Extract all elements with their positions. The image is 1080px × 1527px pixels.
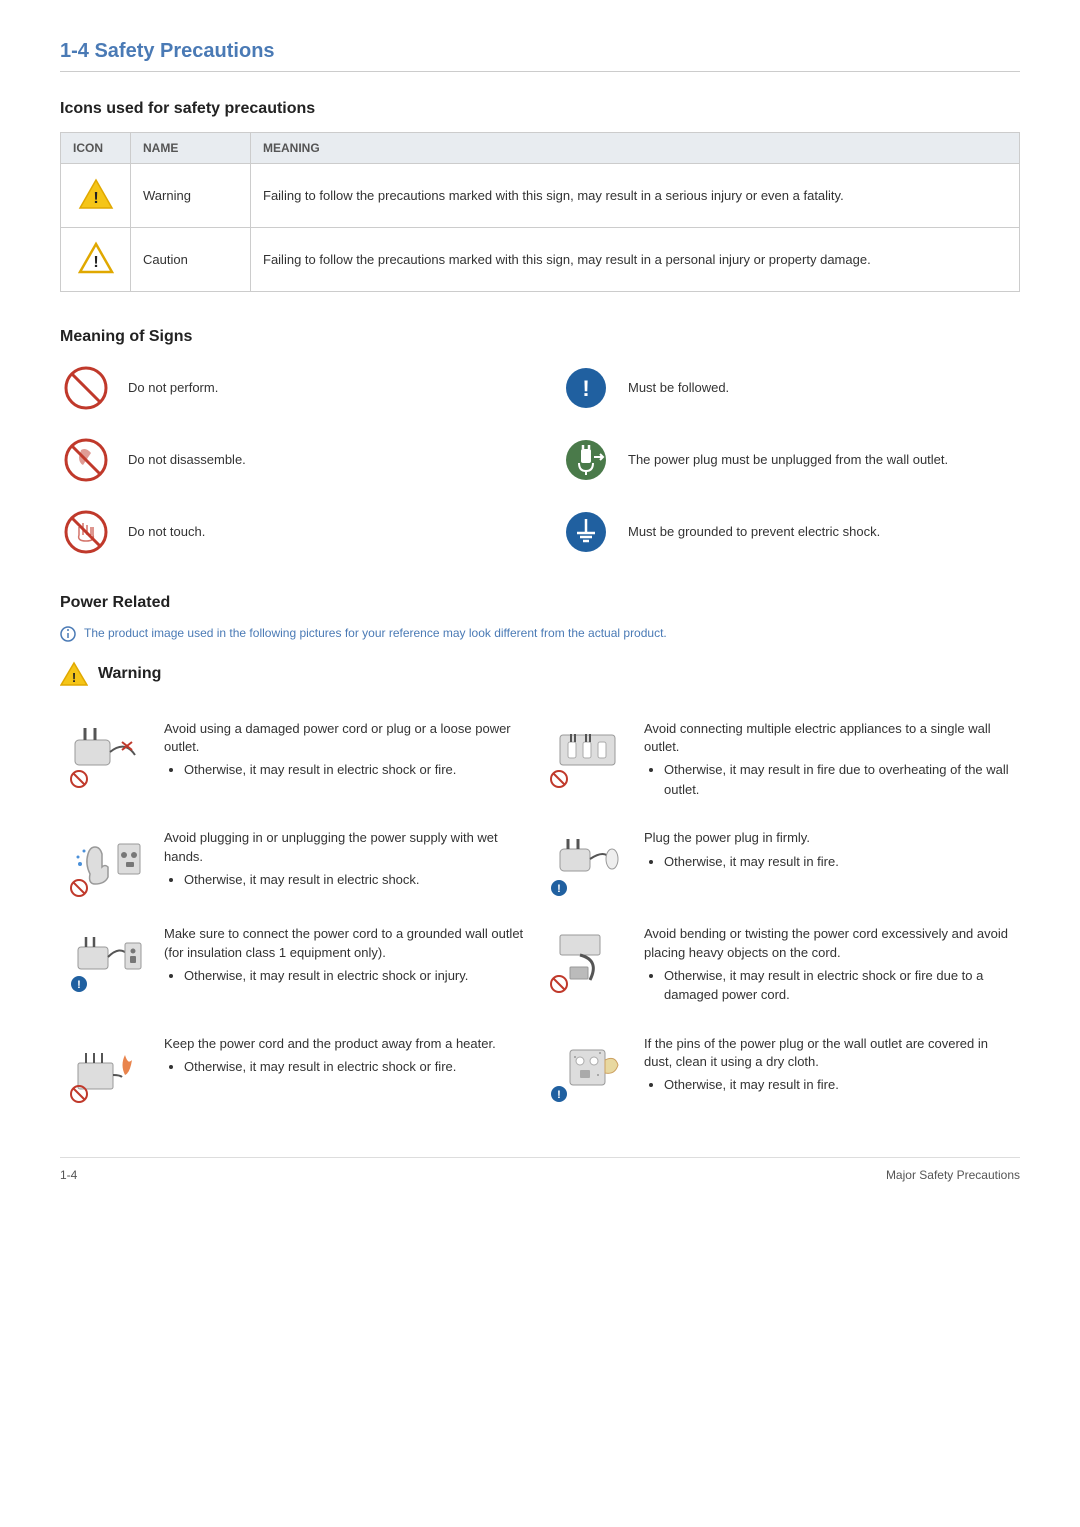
power-item-grounded: ! Make sure to connect the power cord to… [60, 911, 540, 1020]
caution-triangle-icon: ! [78, 240, 114, 276]
table-row: ! Warning Failing to follow the precauti… [61, 164, 1020, 228]
power-content-plug-firmly: Plug the power plug in firmly. Otherwise… [644, 829, 1010, 873]
sign-text-no-disassemble: Do not disassemble. [128, 451, 246, 469]
footer-page-number: 1-4 [60, 1168, 77, 1182]
caution-meaning: Failing to follow the precautions marked… [251, 228, 1020, 292]
svg-text:!: ! [582, 376, 589, 401]
sign-item-no-disassemble: Do not disassemble. [60, 434, 520, 486]
sign-item-unplug: The power plug must be unplugged from th… [560, 434, 1020, 486]
svg-text:!: ! [557, 883, 561, 895]
power-note-text: The product image used in the following … [84, 626, 667, 640]
power-content-multiple-appliances: Avoid connecting multiple electric appli… [644, 720, 1010, 801]
sign-item-no-perform: Do not perform. [60, 362, 520, 414]
unplug-icon [560, 434, 612, 486]
caution-name: Caution [131, 228, 251, 292]
power-items-grid: Avoid using a damaged power cord or plug… [60, 706, 1020, 1117]
power-content-dust-pins: If the pins of the power plug or the wal… [644, 1035, 1010, 1097]
warning-header-icon: ! [60, 660, 88, 688]
power-item-dust-pins: ! If the pins of the power plug or the w… [540, 1021, 1020, 1117]
sign-text-must-follow: Must be followed. [628, 379, 729, 397]
svg-text:!: ! [77, 979, 81, 991]
power-section: Power Related The product image used in … [60, 594, 1020, 1117]
warning-icon-cell: ! [61, 164, 131, 228]
svg-text:!: ! [72, 670, 76, 685]
warning-header: ! Warning [60, 660, 1020, 688]
page-title: 1-4 Safety Precautions [60, 40, 1020, 72]
power-item-heater: Keep the power cord and the product away… [60, 1021, 540, 1117]
power-item-damaged-cord: Avoid using a damaged power cord or plug… [60, 706, 540, 815]
sign-text-ground: Must be grounded to prevent electric sho… [628, 523, 880, 541]
svg-text:!: ! [93, 254, 98, 271]
warning-name: Warning [131, 164, 251, 228]
power-item-bending-cord: Avoid bending or twisting the power cord… [540, 911, 1020, 1020]
signs-grid: Do not perform. ! Must be followed. [60, 362, 1020, 558]
sign-item-no-touch: Do not touch. [60, 506, 520, 558]
footer-section-name: Major Safety Precautions [886, 1168, 1020, 1182]
svg-text:!: ! [557, 1089, 561, 1101]
col-meaning: MEANING [251, 133, 1020, 164]
warning-meaning: Failing to follow the precautions marked… [251, 164, 1020, 228]
signs-section-title: Meaning of Signs [60, 328, 1020, 346]
ground-icon [560, 506, 612, 558]
warning-triangle-icon: ! [78, 176, 114, 212]
icons-table: ICON NAME MEANING ! Warning Failing to f… [60, 132, 1020, 292]
col-name: NAME [131, 133, 251, 164]
power-item-plug-firmly: ! Plug the power plug in firmly. Otherwi… [540, 815, 1020, 911]
power-content-heater: Keep the power cord and the product away… [164, 1035, 530, 1079]
note-icon [60, 626, 76, 642]
svg-text:!: ! [93, 190, 98, 207]
table-row: ! Caution Failing to follow the precauti… [61, 228, 1020, 292]
sign-item-ground: Must be grounded to prevent electric sho… [560, 506, 1020, 558]
col-icon: ICON [61, 133, 131, 164]
power-content-wet-hands: Avoid plugging in or unplugging the powe… [164, 829, 530, 891]
sign-text-unplug: The power plug must be unplugged from th… [628, 451, 948, 469]
page-footer: 1-4 Major Safety Precautions [60, 1157, 1020, 1182]
icons-section-title: Icons used for safety precautions [60, 100, 1020, 118]
caution-icon-cell: ! [61, 228, 131, 292]
sign-text-no-perform: Do not perform. [128, 379, 218, 397]
no-touch-icon [60, 506, 112, 558]
no-perform-icon [60, 362, 112, 414]
power-content-damaged-cord: Avoid using a damaged power cord or plug… [164, 720, 530, 782]
icons-section: Icons used for safety precautions ICON N… [60, 100, 1020, 292]
power-note: The product image used in the following … [60, 626, 1020, 642]
warning-label: Warning [98, 665, 161, 683]
sign-item-must-follow: ! Must be followed. [560, 362, 1020, 414]
power-item-multiple-appliances: Avoid connecting multiple electric appli… [540, 706, 1020, 815]
must-follow-icon: ! [560, 362, 612, 414]
power-item-wet-hands: Avoid plugging in or unplugging the powe… [60, 815, 540, 911]
no-disassemble-icon [60, 434, 112, 486]
power-content-grounded: Make sure to connect the power cord to a… [164, 925, 530, 987]
signs-section: Meaning of Signs Do not perform. ! Must … [60, 328, 1020, 558]
power-section-title: Power Related [60, 594, 1020, 612]
power-content-bending-cord: Avoid bending or twisting the power cord… [644, 925, 1010, 1006]
sign-text-no-touch: Do not touch. [128, 523, 205, 541]
